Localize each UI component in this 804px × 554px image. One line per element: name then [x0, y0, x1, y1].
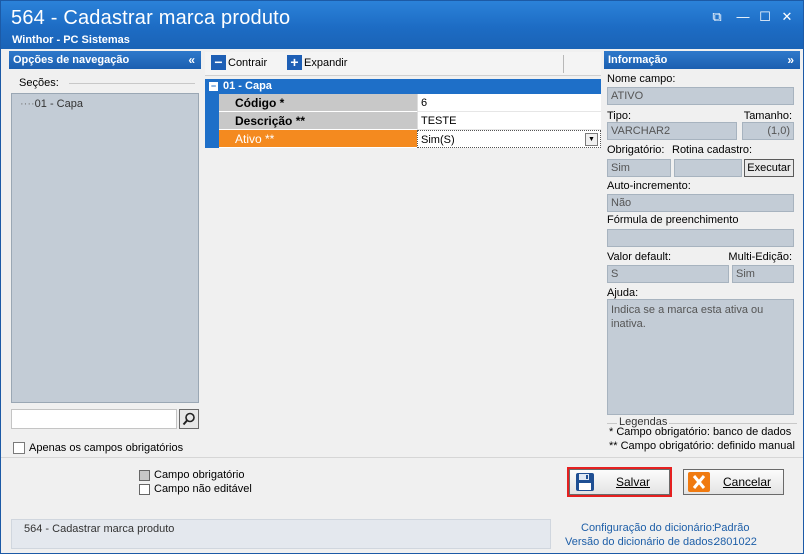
info-header: Informação »	[604, 51, 800, 69]
expand-button[interactable]: + Expandir	[287, 55, 347, 70]
help-text: Indica se a marca esta ativa ou inativa.	[607, 299, 794, 415]
grid-row-descricao[interactable]: Descrição ** TESTE	[205, 112, 601, 130]
size-label: Tamanho:	[743, 110, 792, 122]
auto-increment-value: Não	[607, 194, 794, 212]
default-value: S	[607, 265, 729, 283]
bottom-bar: Campo obrigatório Campo não editável Sal…	[1, 457, 803, 517]
row-name-codigo: Código *	[219, 94, 417, 112]
type-label: Tipo:	[607, 110, 632, 122]
default-label: Valor default:	[607, 251, 672, 263]
multi-edit-label: Multi-Edição:	[728, 251, 792, 263]
field-name-value: ATIVO	[607, 87, 794, 105]
version-label: Versão do dicionário de dados:	[565, 536, 717, 548]
row-name-descricao: Descrição **	[219, 112, 417, 130]
field-name-label: Nome campo:	[607, 73, 676, 85]
grid-row-ativo[interactable]: Ativo ** Sim(S) ▼	[205, 130, 601, 148]
not-editable-swatch	[139, 483, 150, 495]
grid-category[interactable]: − 01 - Capa	[205, 79, 601, 94]
sections-label: Seções:	[19, 77, 59, 89]
multi-edit-value: Sim	[732, 265, 794, 283]
config-label: Configuração do dicionário:	[581, 522, 715, 534]
grid-row-codigo[interactable]: Código * 6	[205, 94, 601, 112]
save-button[interactable]: Salvar	[567, 467, 672, 497]
config-value: Padrão	[714, 522, 750, 534]
row-gutter	[205, 112, 219, 130]
row-value-descricao[interactable]: TESTE	[417, 112, 601, 130]
legend-not-editable: Campo não editável	[139, 483, 252, 495]
required-label: Obrigatório:	[607, 144, 665, 156]
collapse-label: Contrair	[228, 56, 268, 69]
minimize-button[interactable]: —	[735, 9, 751, 25]
collapse-nav-icon[interactable]: «	[188, 51, 195, 69]
auto-increment-label: Auto-incremento:	[607, 180, 691, 192]
formula-value	[607, 229, 794, 247]
expand-label: Expandir	[304, 56, 348, 69]
cancel-label: Cancelar	[722, 475, 772, 489]
navigation-header-title: Opções de navegação	[13, 54, 130, 66]
app-window: 564 - Cadastrar marca produto Winthor - …	[0, 0, 804, 554]
only-required-checkbox[interactable]	[13, 442, 25, 454]
title-bar: 564 - Cadastrar marca produto Winthor - …	[1, 1, 803, 49]
row-gutter	[205, 94, 219, 112]
minus-icon: −	[211, 55, 226, 70]
navigation-header: Opções de navegação «	[9, 51, 201, 69]
help-label: Ajuda:	[607, 287, 639, 299]
size-value: (1,0)	[742, 122, 794, 140]
grid-toolbar: − Contrair + Expandir	[205, 52, 601, 76]
row-gutter	[205, 130, 219, 148]
search-icon[interactable]	[179, 409, 199, 429]
legend-group: Legendas * Campo obrigatório: banco de d…	[607, 416, 798, 455]
tree-node-label: 01 - Capa	[34, 98, 83, 110]
close-button[interactable]: ✕	[779, 9, 795, 25]
collapse-button[interactable]: − Contrair	[211, 55, 267, 70]
only-required-checkbox-row[interactable]: Apenas os campos obrigatórios	[13, 442, 183, 454]
chevron-down-icon[interactable]: ▼	[585, 133, 598, 146]
toolbar-divider	[563, 55, 564, 73]
legend-required: Campo obrigatório	[139, 469, 245, 481]
save-label: Salvar	[615, 475, 650, 489]
grid-category-label: 01 - Capa	[223, 80, 272, 92]
info-header-title: Informação	[608, 54, 668, 66]
navigation-panel: Opções de navegação « Seções: ····01 - C…	[9, 51, 201, 457]
routine-value	[674, 159, 742, 177]
legend-not-editable-label: Campo não editável	[154, 483, 252, 495]
status-bar: 564 - Cadastrar marca produto Configuraç…	[1, 517, 803, 553]
cancel-button[interactable]: Cancelar	[683, 469, 784, 495]
execute-button[interactable]: Executar	[744, 159, 794, 177]
nav-search-input[interactable]	[11, 409, 177, 429]
version-value: 2801022	[714, 536, 757, 548]
status-text: 564 - Cadastrar marca produto	[11, 519, 551, 549]
tree-node-capa[interactable]: ····01 - Capa	[20, 98, 83, 110]
required-value: Sim	[607, 159, 671, 177]
row-value-codigo[interactable]: 6	[417, 94, 601, 112]
close-icon	[687, 471, 711, 493]
required-swatch	[139, 469, 150, 481]
floppy-disk-icon	[573, 471, 597, 493]
ativo-select-value: Sim(S)	[421, 134, 455, 146]
window-subtitle: Winthor - PC Sistemas	[12, 34, 130, 46]
only-required-label: Apenas os campos obrigatórios	[29, 442, 184, 454]
property-grid: − 01 - Capa Código * 6 Descrição ** TEST…	[205, 79, 601, 148]
restore-icon[interactable]: ⧉	[709, 9, 725, 25]
legend-line-1: * Campo obrigatório: banco de dados	[609, 426, 792, 438]
plus-icon: +	[287, 55, 302, 70]
expand-info-icon[interactable]: »	[787, 51, 794, 69]
window-title: 564 - Cadastrar marca produto	[11, 7, 291, 29]
collapse-category-icon[interactable]: −	[209, 82, 218, 91]
legend-required-label: Campo obrigatório	[154, 469, 245, 481]
sections-divider	[69, 83, 195, 84]
dictionary-info: Configuração do dicionário: Padrão Versã…	[556, 519, 796, 549]
routine-label: Rotina cadastro:	[672, 144, 753, 156]
sections-tree[interactable]: ····01 - Capa	[11, 93, 199, 403]
type-value: VARCHAR2	[607, 122, 737, 140]
legend-line-2: ** Campo obrigatório: definido manual	[609, 440, 795, 452]
row-name-ativo: Ativo **	[219, 130, 417, 148]
info-panel: Informação » Nome campo: ATIVO Tipo: Tam…	[604, 51, 800, 457]
maximize-button[interactable]: ☐	[757, 9, 773, 25]
formula-label: Fórmula de preenchimento	[607, 214, 739, 226]
ativo-select[interactable]: Sim(S) ▼	[417, 130, 601, 148]
